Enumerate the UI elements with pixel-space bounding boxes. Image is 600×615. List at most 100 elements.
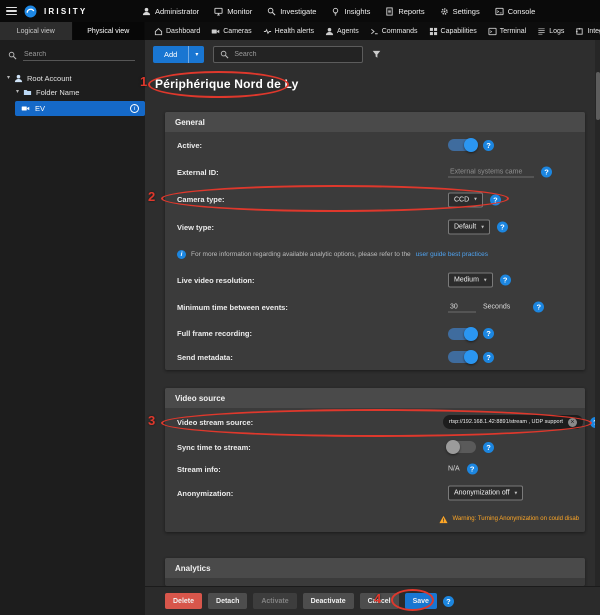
tree-item-folder[interactable]: ▾ Folder Name — [0, 85, 145, 99]
delete-button[interactable]: Delete — [165, 593, 202, 609]
subnav-label: Terminal — [500, 28, 526, 35]
sidebar-view-tabs: Logical view Physical view — [0, 22, 145, 40]
subnav-label: Agents — [337, 28, 359, 35]
action-bar: Delete Detach Activate Deactivate Cancel… — [145, 586, 600, 615]
tree-item-camera-selected[interactable]: EV i — [15, 101, 145, 116]
nav-reports[interactable]: Reports — [385, 7, 424, 16]
tree-item-root-account[interactable]: ▾ Root Account — [0, 71, 145, 85]
nav-label: Monitor — [227, 7, 252, 16]
bulb-icon — [331, 7, 340, 16]
toggle-knob — [464, 327, 478, 341]
live-resolution-select[interactable]: Medium ▾ — [448, 273, 493, 288]
irisity-logo — [24, 5, 37, 18]
help-icon[interactable]: ? — [467, 464, 478, 475]
info-icon[interactable]: i — [130, 104, 139, 113]
subnav-label: Dashboard — [166, 28, 200, 35]
active-row: Active: ? — [165, 132, 585, 158]
filter-icon[interactable] — [372, 50, 381, 59]
activate-button[interactable]: Activate — [253, 593, 296, 609]
full-frame-toggle[interactable] — [448, 328, 476, 340]
detach-button[interactable]: Detach — [208, 593, 247, 609]
subnav-integrations[interactable]: Integrations — [575, 27, 600, 36]
toggle-knob — [446, 440, 460, 454]
subnav-terminal[interactable]: Terminal — [488, 27, 526, 36]
camera-type-select[interactable]: CCD ▾ — [448, 192, 483, 207]
top-nav: Administrator Monitor Investigate Insigh… — [142, 7, 535, 16]
nav-investigate[interactable]: Investigate — [267, 7, 316, 16]
toolbar-search-input[interactable] — [234, 51, 356, 58]
help-icon[interactable]: ? — [483, 140, 494, 151]
min-time-input[interactable] — [448, 302, 476, 312]
full-frame-label: Full frame recording: — [165, 329, 252, 338]
subnav-agents[interactable]: Agents — [325, 27, 359, 36]
chevron-down-icon[interactable]: ▾ — [16, 89, 19, 95]
camera-icon — [21, 104, 30, 113]
scrollbar-thumb[interactable] — [596, 72, 600, 120]
account-icon — [14, 74, 23, 83]
help-icon[interactable]: ? — [483, 328, 494, 339]
person-icon — [142, 7, 151, 16]
prompt-icon — [370, 27, 379, 36]
clear-icon[interactable]: × — [568, 418, 577, 427]
cancel-button[interactable]: Cancel — [360, 593, 399, 609]
person-icon — [325, 27, 334, 36]
stream-source-input[interactable]: rtsp://192.168.1.42:8891/stream , UDP su… — [443, 415, 583, 429]
help-icon[interactable]: ? — [541, 167, 552, 178]
subnav-commands[interactable]: Commands — [370, 27, 418, 36]
warning-icon — [439, 515, 448, 524]
subnav-label: Commands — [382, 28, 418, 35]
tab-physical-view[interactable]: Physical view — [73, 22, 146, 40]
stream-info-value: N/A — [448, 466, 460, 473]
send-metadata-toggle[interactable] — [448, 351, 476, 363]
tab-label: Logical view — [17, 28, 55, 35]
tab-logical-view[interactable]: Logical view — [0, 22, 73, 40]
subnav-cameras[interactable]: Cameras — [211, 27, 251, 36]
help-icon[interactable]: ? — [500, 275, 511, 286]
sidebar-search-input[interactable] — [23, 49, 135, 61]
help-icon[interactable]: ? — [533, 302, 544, 313]
live-resolution-value: Medium — [454, 277, 479, 284]
chevron-down-icon[interactable]: ▾ — [7, 75, 10, 81]
general-section: General Active: ? External ID: ? Camera … — [165, 112, 585, 370]
view-type-select[interactable]: Default ▾ — [448, 220, 490, 235]
help-icon[interactable]: ? — [490, 194, 501, 205]
add-button[interactable]: Add ▾ — [153, 46, 204, 63]
chevron-down-icon: ▾ — [484, 277, 487, 283]
active-toggle[interactable] — [448, 139, 476, 151]
stream-source-row: Video stream source: rtsp://192.168.1.42… — [165, 408, 585, 436]
nav-label: Insights — [344, 7, 370, 16]
save-button[interactable]: Save — [405, 593, 437, 609]
subnav-dashboard[interactable]: Dashboard — [154, 27, 200, 36]
nav-settings[interactable]: Settings — [440, 7, 480, 16]
anonymization-select[interactable]: Anonymization off ▾ — [448, 486, 523, 501]
page-title: Périphérique Nord de Ly — [155, 77, 299, 91]
subnav-capabilities[interactable]: Capabilities — [429, 27, 477, 36]
help-icon[interactable]: ? — [483, 442, 494, 453]
menu-icon[interactable] — [6, 7, 17, 15]
main-content: Add ▾ Périphérique Nord de Ly General Ac… — [145, 40, 600, 586]
subnav-logs[interactable]: Logs — [537, 27, 564, 36]
chevron-down-icon[interactable]: ▾ — [189, 46, 204, 63]
sync-time-row: Sync time to stream: ? — [165, 436, 585, 458]
nav-monitor[interactable]: Monitor — [214, 7, 252, 16]
nav-insights[interactable]: Insights — [331, 7, 370, 16]
info-text: For more information regarding available… — [191, 251, 411, 258]
folder-icon — [23, 88, 32, 97]
external-id-input[interactable] — [448, 167, 534, 177]
top-bar: IRISITY Administrator Monitor Investigat… — [0, 0, 600, 22]
scrollbar-track[interactable] — [595, 40, 600, 586]
add-button-label: Add — [153, 46, 188, 63]
nav-console[interactable]: Console — [495, 7, 536, 16]
info-icon: i — [177, 250, 186, 259]
subnav-health-alerts[interactable]: Health alerts — [263, 27, 314, 36]
help-icon[interactable]: ? — [443, 596, 454, 607]
camera-icon — [211, 27, 220, 36]
min-time-suffix: Seconds — [483, 304, 510, 311]
deactivate-button[interactable]: Deactivate — [303, 593, 354, 609]
help-icon[interactable]: ? — [483, 352, 494, 363]
help-icon[interactable]: ? — [497, 222, 508, 233]
anonymization-value: Anonymization off — [454, 490, 510, 497]
nav-administrator[interactable]: Administrator — [142, 7, 199, 16]
user-guide-link[interactable]: user guide best practices — [416, 251, 488, 258]
sync-time-toggle[interactable] — [448, 441, 476, 453]
